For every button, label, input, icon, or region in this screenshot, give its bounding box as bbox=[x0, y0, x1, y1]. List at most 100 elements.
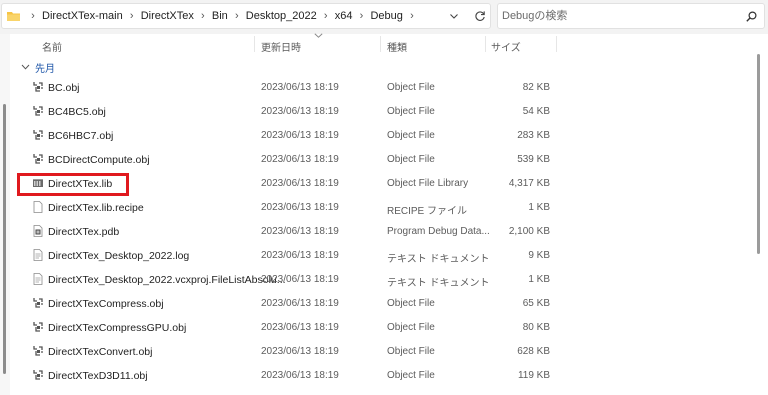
file-size: 119 KB bbox=[517, 370, 550, 381]
file-name: DirectXTexD3D11.obj bbox=[48, 370, 148, 382]
breadcrumb-separator[interactable]: › bbox=[228, 10, 246, 22]
file-size: 54 KB bbox=[522, 106, 550, 117]
file-name: DirectXTex_Desktop_2022.vcxproj.FileList… bbox=[48, 274, 286, 286]
object-file-icon bbox=[33, 370, 43, 380]
file-row[interactable]: BCDirectCompute.obj 2023/06/13 18:19 Obj… bbox=[0, 148, 760, 172]
file-date: 2023/06/13 18:19 bbox=[261, 250, 339, 261]
file-date: 2023/06/13 18:19 bbox=[261, 226, 339, 237]
object-file-icon bbox=[33, 82, 43, 92]
search-input[interactable] bbox=[502, 7, 732, 25]
column-header-date[interactable]: 更新日時 bbox=[261, 39, 301, 54]
text-file-icon bbox=[33, 273, 43, 285]
refresh-icon[interactable] bbox=[474, 10, 486, 22]
column-divider[interactable] bbox=[556, 36, 557, 52]
group-header[interactable]: 先月 bbox=[21, 60, 55, 75]
file-row[interactable]: DirectXTexCompress.obj 2023/06/13 18:19 … bbox=[0, 292, 760, 316]
text-file-icon bbox=[33, 249, 43, 261]
file-name: BCDirectCompute.obj bbox=[48, 154, 150, 166]
sort-indicator-icon bbox=[314, 33, 323, 38]
file-size: 539 KB bbox=[517, 154, 550, 165]
file-date: 2023/06/13 18:19 bbox=[261, 370, 339, 381]
file-type: Object File bbox=[387, 154, 435, 165]
breadcrumb-separator[interactable]: › bbox=[317, 10, 335, 22]
column-divider[interactable] bbox=[485, 36, 486, 52]
file-date: 2023/06/13 18:19 bbox=[261, 346, 339, 357]
file-size: 1 KB bbox=[528, 202, 550, 213]
group-label: 先月 bbox=[35, 63, 55, 75]
file-size: 283 KB bbox=[517, 130, 550, 141]
file-size: 628 KB bbox=[517, 346, 550, 357]
column-header-type[interactable]: 種類 bbox=[387, 39, 407, 54]
chevron-down-icon[interactable] bbox=[449, 11, 459, 21]
file-size: 9 KB bbox=[528, 250, 550, 261]
file-size: 82 KB bbox=[522, 82, 550, 93]
file-name: DirectXTex_Desktop_2022.log bbox=[48, 250, 190, 262]
file-row[interactable]: DirectXTex_Desktop_2022.vcxproj.FileList… bbox=[0, 268, 760, 292]
column-divider[interactable] bbox=[254, 36, 255, 52]
blank-file-icon bbox=[33, 201, 43, 213]
object-file-icon bbox=[33, 346, 43, 356]
address-bar[interactable]: › DirectXTex-main › DirectXTex › Bin › D… bbox=[1, 3, 491, 29]
breadcrumb: › DirectXTex-main › DirectXTex › Bin › D… bbox=[24, 4, 421, 28]
file-type: Object File bbox=[387, 82, 435, 93]
object-file-icon bbox=[33, 154, 43, 164]
chevron-down-icon[interactable] bbox=[21, 64, 30, 70]
column-header-name[interactable]: 名前 bbox=[42, 39, 62, 54]
pdb-file-icon bbox=[33, 225, 43, 237]
file-type: テキスト ドキュメント bbox=[387, 278, 490, 289]
file-date: 2023/06/13 18:19 bbox=[261, 154, 339, 165]
breadcrumb-separator[interactable]: › bbox=[403, 10, 421, 22]
column-divider[interactable] bbox=[380, 36, 381, 52]
search-icon[interactable] bbox=[746, 11, 757, 22]
breadcrumb-separator[interactable]: › bbox=[194, 10, 212, 22]
object-file-icon bbox=[33, 298, 43, 308]
breadcrumb-item[interactable]: Desktop_2022 bbox=[246, 10, 317, 22]
vertical-scrollbar-thumb[interactable] bbox=[757, 54, 760, 254]
file-name: BC4BC5.obj bbox=[48, 106, 106, 118]
column-header-size[interactable]: サイズ bbox=[491, 39, 521, 54]
file-row[interactable]: DirectXTex.lib.recipe 2023/06/13 18:19 R… bbox=[0, 196, 760, 220]
breadcrumb-separator[interactable]: › bbox=[24, 10, 42, 22]
object-file-icon bbox=[33, 322, 43, 332]
file-date: 2023/06/13 18:19 bbox=[261, 298, 339, 309]
column-header-row: 名前 更新日時 種類 サイズ bbox=[0, 34, 750, 54]
file-date: 2023/06/13 18:19 bbox=[261, 178, 339, 189]
file-row[interactable]: BC6HBC7.obj 2023/06/13 18:19 Object File… bbox=[0, 124, 760, 148]
breadcrumb-separator[interactable]: › bbox=[352, 10, 370, 22]
breadcrumb-separator[interactable]: › bbox=[123, 10, 141, 22]
file-date: 2023/06/13 18:19 bbox=[261, 322, 339, 333]
file-type: Object File bbox=[387, 298, 435, 309]
file-name: DirectXTex.pdb bbox=[48, 226, 120, 238]
file-date: 2023/06/13 18:19 bbox=[261, 202, 339, 213]
file-type: Object File bbox=[387, 370, 435, 381]
file-row[interactable]: DirectXTexD3D11.obj 2023/06/13 18:19 Obj… bbox=[0, 364, 760, 388]
search-box[interactable] bbox=[497, 3, 765, 29]
file-type: Object File bbox=[387, 106, 435, 117]
file-type: テキスト ドキュメント bbox=[387, 254, 490, 265]
file-size: 80 KB bbox=[522, 322, 550, 333]
file-type: Object File bbox=[387, 346, 435, 357]
file-date: 2023/06/13 18:19 bbox=[261, 82, 339, 93]
file-row[interactable]: DirectXTexCompressGPU.obj 2023/06/13 18:… bbox=[0, 316, 760, 340]
file-size: 1 KB bbox=[528, 274, 550, 285]
vertical-scrollbar[interactable] bbox=[752, 34, 768, 395]
breadcrumb-item[interactable]: Debug bbox=[370, 10, 402, 22]
object-file-icon bbox=[33, 106, 43, 116]
file-row[interactable]: BC4BC5.obj 2023/06/13 18:19 Object File … bbox=[0, 100, 760, 124]
breadcrumb-item[interactable]: x64 bbox=[335, 10, 353, 22]
breadcrumb-item[interactable]: DirectXTex bbox=[141, 10, 194, 22]
file-date: 2023/06/13 18:19 bbox=[261, 274, 339, 285]
file-row[interactable]: DirectXTex.pdb 2023/06/13 18:19 Program … bbox=[0, 220, 760, 244]
file-type: Object File bbox=[387, 322, 435, 333]
file-row[interactable]: BC.obj 2023/06/13 18:19 Object File 82 K… bbox=[0, 76, 760, 100]
toolbar: › DirectXTex-main › DirectXTex › Bin › D… bbox=[0, 0, 768, 34]
breadcrumb-item[interactable]: Bin bbox=[212, 10, 228, 22]
file-type: Program Debug Data... bbox=[387, 226, 490, 237]
file-type: Object File bbox=[387, 130, 435, 141]
file-type: RECIPE ファイル bbox=[387, 206, 468, 217]
file-type: Object File Library bbox=[387, 178, 469, 189]
breadcrumb-item[interactable]: DirectXTex-main bbox=[42, 10, 123, 22]
highlight-box bbox=[17, 173, 129, 196]
file-row[interactable]: DirectXTexConvert.obj 2023/06/13 18:19 O… bbox=[0, 340, 760, 364]
file-row[interactable]: DirectXTex_Desktop_2022.log 2023/06/13 1… bbox=[0, 244, 760, 268]
